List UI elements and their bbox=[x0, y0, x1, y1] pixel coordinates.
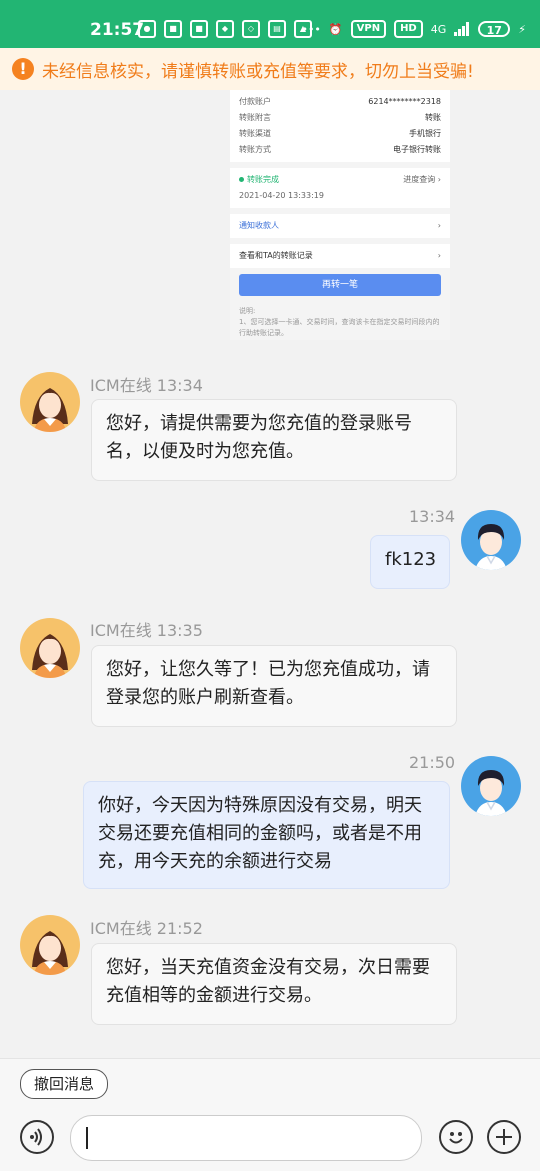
user-avatar[interactable] bbox=[461, 510, 521, 570]
emoji-icon bbox=[449, 1132, 463, 1144]
agent-avatar[interactable] bbox=[20, 372, 80, 432]
clock: 21:57 bbox=[90, 20, 145, 40]
receipt-note: 说明: 1、您可选择一卡通、交易时间，查询该卡在指定交易时间段内的行助转账记录。 bbox=[239, 307, 440, 337]
receipt-row: 付款账户 6214********2318 bbox=[239, 97, 441, 106]
notification-icons: ● ■ ■ ◆ ◇ ▤ ▲ bbox=[138, 20, 312, 38]
receipt-details: 付款账户 6214********2318 转账附言 转账 转账渠道 手机银行 转账方… bbox=[230, 90, 450, 162]
receipt-notify: 通知收款人 › bbox=[230, 214, 450, 238]
warning-text: 未经信息核实，请谨慎转账或充值等要求，切勿上当受骗! bbox=[42, 61, 474, 82]
avatar-male-icon bbox=[475, 770, 507, 816]
input-bar: 撤回消息 bbox=[0, 1058, 540, 1171]
agent-avatar[interactable] bbox=[20, 915, 80, 975]
message-time: 13:34 bbox=[409, 507, 456, 526]
qq-icon: ● bbox=[138, 20, 156, 38]
status-dot-icon bbox=[239, 177, 244, 182]
status-bar: 21:57 ● ■ ■ ◆ ◇ ▤ ▲ ••• ⏰ VPN HD 4G 17 ⚡ bbox=[0, 0, 540, 48]
receipt-again-button: 再转一笔 bbox=[239, 274, 441, 296]
plus-icon bbox=[496, 1129, 512, 1145]
avatar-female-icon bbox=[32, 634, 68, 678]
alarm-icon: ⏰ bbox=[328, 22, 343, 36]
app-icon: ◇ bbox=[242, 20, 260, 38]
agent-avatar[interactable] bbox=[20, 618, 80, 678]
receipt-row: 转账渠道 手机银行 bbox=[239, 129, 441, 138]
app-icon: ■ bbox=[164, 20, 182, 38]
message-time: 21:50 bbox=[409, 753, 456, 772]
fraud-warning-banner: ! 未经信息核实，请谨慎转账或充值等要求，切勿上当受骗! bbox=[0, 48, 540, 90]
message-bubble[interactable]: 您好，让您久等了！已为您充值成功，请登录您的账户刷新查看。 bbox=[91, 645, 457, 727]
news-icon: ▤ bbox=[268, 20, 286, 38]
warning-icon: ! bbox=[12, 58, 34, 80]
charging-icon: ⚡ bbox=[518, 22, 526, 36]
battery-icon: 17 bbox=[478, 21, 511, 37]
avatar-female-icon bbox=[32, 931, 68, 975]
receipt-records: 查看和TA的转账记录 › bbox=[230, 244, 450, 268]
text-cursor bbox=[86, 1127, 88, 1149]
voice-icon bbox=[30, 1128, 42, 1146]
app-icon: ■ bbox=[190, 20, 208, 38]
more-icon: ••• bbox=[301, 22, 321, 36]
network-type: 4G bbox=[430, 22, 447, 36]
vpn-badge: VPN bbox=[350, 20, 387, 38]
message-bubble[interactable]: 您好，当天充值资金没有交易，次日需要充值相等的金额进行交易。 bbox=[91, 943, 457, 1025]
app-icon: ◆ bbox=[216, 20, 234, 38]
signal-icon bbox=[454, 22, 470, 36]
recall-message-button[interactable]: 撤回消息 bbox=[20, 1069, 109, 1099]
transfer-receipt-image[interactable]: 付款账户 6214********2318 转账附言 转账 转账渠道 手机银行 转账方… bbox=[230, 90, 450, 340]
message-bubble[interactable]: 您好，请提供需要为您充值的登录账号名，以便及时为您充值。 bbox=[91, 399, 457, 481]
avatar-male-icon bbox=[475, 524, 507, 570]
sender-name: ICM在线 21:52 bbox=[90, 919, 203, 938]
message-bubble[interactable]: fk123 bbox=[370, 535, 450, 589]
emoji-button[interactable] bbox=[439, 1120, 473, 1154]
receipt-status: 转账完成 进度查询 › 2021-04-20 13:33:19 bbox=[230, 168, 450, 208]
receipt-row: 转账方式 电子银行转账 bbox=[239, 145, 441, 154]
sender-name: ICM在线 13:34 bbox=[90, 376, 203, 395]
message-input[interactable] bbox=[70, 1115, 422, 1161]
more-button[interactable] bbox=[487, 1120, 521, 1154]
hd-badge: HD bbox=[394, 20, 423, 38]
system-icons: ••• ⏰ VPN HD 4G 17 ⚡ bbox=[301, 20, 526, 38]
sender-name: ICM在线 13:35 bbox=[90, 621, 203, 640]
voice-button[interactable] bbox=[20, 1120, 54, 1154]
avatar-female-icon bbox=[32, 388, 68, 432]
receipt-row: 转账附言 转账 bbox=[239, 113, 441, 122]
message-bubble[interactable]: 你好，今天因为特殊原因没有交易，明天交易还要充值相同的金额吗，或者是不用充，用今… bbox=[83, 781, 450, 889]
user-avatar[interactable] bbox=[461, 756, 521, 816]
